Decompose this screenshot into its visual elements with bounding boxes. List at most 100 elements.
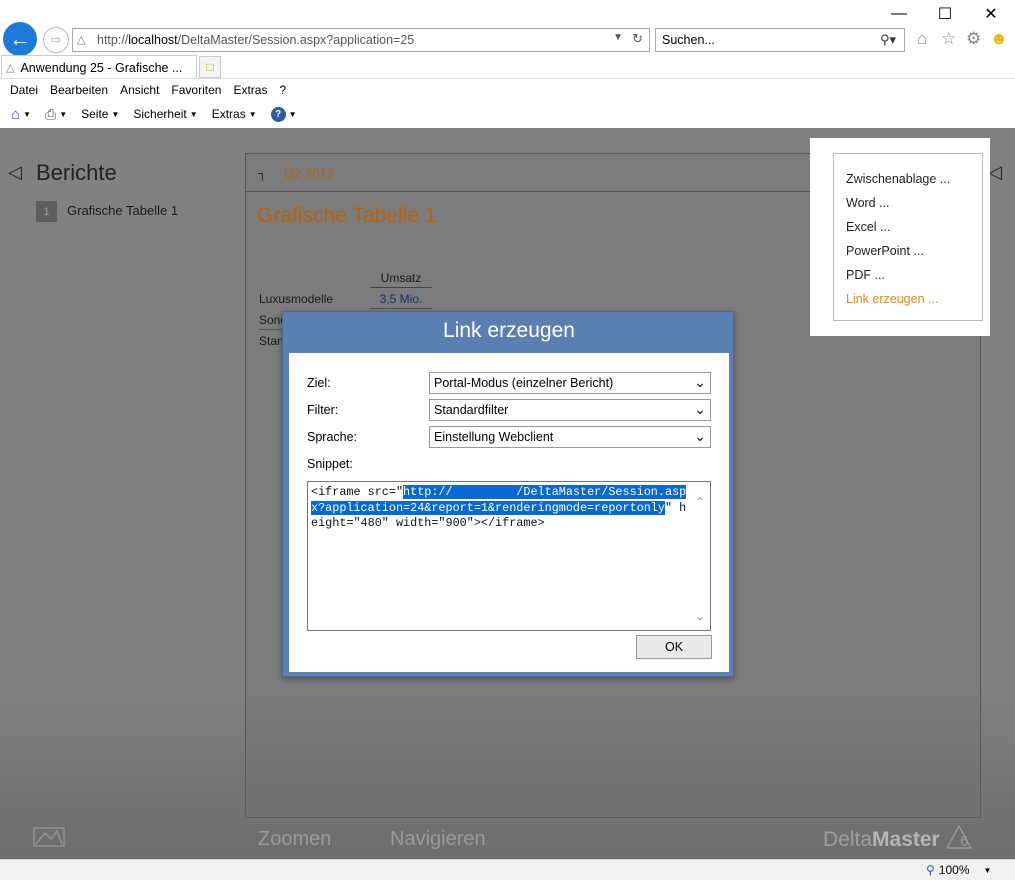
reports-heading: Berichte — [36, 160, 117, 185]
chevron-down-icon: ▼ — [983, 865, 992, 875]
collapse-right-icon[interactable]: ◁ — [988, 162, 1002, 183]
menu-favorites[interactable]: Favoriten — [165, 83, 227, 97]
menu-help[interactable]: ? — [273, 83, 292, 97]
export-excel-item[interactable]: Excel ... — [834, 218, 982, 242]
filter-select[interactable]: Standardfilter ⌄ — [429, 399, 711, 421]
chevron-down-icon: ▼ — [288, 109, 297, 119]
snippet-label: Snippet: — [307, 457, 353, 471]
help-command[interactable]: ? ▼ — [266, 106, 302, 122]
brand-logo-text: DeltaMaster — [823, 828, 940, 852]
tab-title: Anwendung 25 - Grafische ... — [20, 60, 183, 75]
language-label: Sprache: — [307, 430, 358, 444]
tools-label: Extras — [211, 107, 246, 121]
dialog-title: Link erzeugen — [443, 319, 575, 342]
svg-text:6: 6 — [960, 833, 968, 850]
brand-light: Delta — [823, 828, 873, 851]
bottom-toolbar: Zoomen Navigieren DeltaMaster 6 — [0, 819, 1015, 859]
zoom-icon: ⚲ — [926, 863, 935, 877]
zoom-button[interactable]: Zoomen — [258, 828, 331, 851]
chevron-down-icon: ▼ — [111, 109, 120, 119]
filter-label: Filter: — [307, 403, 339, 417]
status-bar: ⚲ 100% ▼ — [0, 859, 1015, 880]
export-clipboard-item[interactable]: Zwischenablage ... — [834, 170, 982, 194]
print-icon: ⎙ — [44, 105, 57, 122]
target-label: Ziel: — [307, 376, 331, 390]
snippet-prefix: <iframe src=" — [311, 485, 404, 499]
menu-view[interactable]: Ansicht — [114, 83, 165, 97]
page-command[interactable]: Seite ▼ — [76, 107, 124, 121]
target-value: Portal-Modus (einzelner Bericht) — [434, 376, 614, 390]
report-title: Grafische Tabelle 1 — [257, 204, 437, 227]
forward-arrow-icon[interactable]: ⇨ — [43, 27, 69, 53]
print-command[interactable]: ⎙ ▼ — [40, 106, 72, 123]
settings-gear-icon[interactable]: ⚙ — [966, 29, 981, 49]
site-icon: △ — [6, 62, 15, 74]
brand-bold: Master — [872, 828, 940, 851]
search-box[interactable]: Suchen... ⚲▾ — [655, 28, 905, 52]
refresh-icon[interactable]: ↻ — [632, 31, 643, 47]
brand-six-icon: 6 — [946, 824, 972, 850]
export-menu: Zwischenablage ... Word ... Excel ... Po… — [833, 153, 983, 321]
chevron-down-icon: ▼ — [59, 109, 68, 119]
address-path: /DeltaMaster/Session.aspx?application=25 — [177, 33, 415, 47]
security-label: Sicherheit — [133, 107, 187, 121]
filter-value: Standardfilter — [434, 403, 509, 417]
link-dialog: Link erzeugen Ziel: Portal-Modus (einzel… — [282, 311, 734, 677]
table-cell-value: 3,5 Mio. — [370, 292, 432, 309]
chevron-down-icon: ▼ — [23, 109, 31, 119]
back-arrow-icon[interactable]: ← — [3, 22, 37, 56]
home-icon[interactable]: ⌂ — [917, 29, 927, 49]
export-link-item[interactable]: Link erzeugen ... — [834, 290, 982, 314]
chevron-down-icon: ⌄ — [694, 401, 706, 417]
command-bar: ⌂ ▼ ⎙ ▼ Seite ▼ Sicherheit ▼ Extras ▼ ? ▼ — [0, 101, 1015, 127]
period-selector-icon[interactable]: ┐ — [258, 166, 267, 180]
new-tab-icon[interactable]: □ — [199, 56, 221, 78]
menu-tools[interactable]: Extras — [227, 83, 273, 97]
feedback-smiley-icon[interactable]: ☻ — [990, 29, 1008, 49]
export-pdf-item[interactable]: PDF ... — [834, 266, 982, 290]
page-label: Seite — [81, 107, 109, 121]
ok-button[interactable]: OK — [636, 635, 712, 659]
chart-view-icon[interactable] — [33, 827, 65, 847]
target-select[interactable]: Portal-Modus (einzelner Bericht) ⌄ — [429, 372, 711, 394]
zoom-control[interactable]: ⚲ 100% ▼ — [926, 863, 991, 877]
chevron-down-icon: ⌄ — [694, 374, 706, 390]
chevron-down-icon: ⌄ — [694, 428, 706, 444]
address-prefix: http:// — [97, 33, 129, 47]
zoom-level: 100% — [938, 863, 970, 877]
favorites-star-icon[interactable]: ☆ — [941, 29, 956, 49]
report-list-item[interactable]: Grafische Tabelle 1 — [67, 203, 178, 218]
table-row-label: Luxusmodelle — [259, 292, 334, 306]
security-command[interactable]: Sicherheit ▼ — [128, 107, 202, 121]
home-icon: ⌂ — [11, 105, 21, 123]
language-value: Einstellung Webclient — [434, 430, 554, 444]
dialog-body: Ziel: Portal-Modus (einzelner Bericht) ⌄… — [289, 353, 729, 672]
help-icon: ? — [270, 106, 286, 122]
chevron-down-icon: ▼ — [189, 109, 198, 119]
address-host: localhost — [128, 33, 178, 47]
search-icon[interactable]: ⚲▾ — [880, 32, 896, 48]
address-text[interactable]: http://localhost/DeltaMaster/Session.asp… — [97, 33, 414, 47]
menu-file[interactable]: Datei — [4, 83, 44, 97]
snippet-textarea[interactable]: <iframe src="http:// /DeltaMaster/Sessio… — [307, 481, 711, 631]
tab-active[interactable]: △ Anwendung 25 - Grafische ... — [1, 55, 197, 79]
report-number-badge[interactable]: 1 — [36, 201, 57, 222]
collapse-left-icon[interactable]: ◁ — [8, 162, 22, 183]
page-warning-icon: △ — [77, 34, 86, 46]
export-powerpoint-item[interactable]: PowerPoint ... — [834, 242, 982, 266]
scroll-up-icon[interactable]: ⌃ — [695, 495, 705, 509]
language-select[interactable]: Einstellung Webclient ⌄ — [429, 426, 711, 448]
export-word-item[interactable]: Word ... — [834, 194, 982, 218]
address-bar[interactable]: △ http://localhost/DeltaMaster/Session.a… — [72, 28, 650, 52]
scroll-down-icon[interactable]: ⌄ — [695, 609, 705, 623]
menu-bar: Datei Bearbeiten Ansicht Favoriten Extra… — [0, 79, 1015, 100]
address-dropdown-icon[interactable]: ▼ — [613, 32, 623, 43]
search-placeholder: Suchen... — [662, 33, 715, 47]
chevron-down-icon: ▼ — [248, 109, 257, 119]
menu-edit[interactable]: Bearbeiten — [44, 83, 114, 97]
navigate-button[interactable]: Navigieren — [390, 828, 486, 851]
home-command[interactable]: ⌂ ▼ — [6, 106, 36, 123]
table-column-header: Umsatz — [370, 271, 432, 288]
tools-command[interactable]: Extras ▼ — [207, 107, 262, 121]
period-label[interactable]: Q2 2012 — [284, 166, 334, 181]
